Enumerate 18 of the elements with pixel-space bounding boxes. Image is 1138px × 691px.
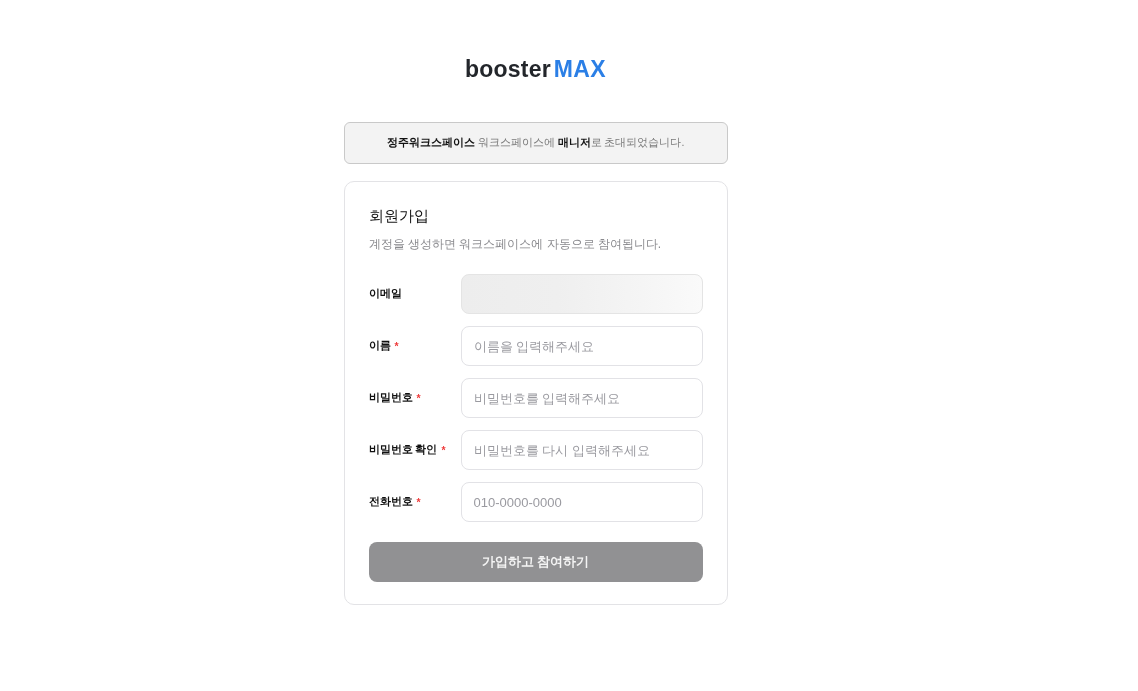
invite-message: 정주워크스페이스 워크스페이스에 매니저로 초대되었습니다.: [386, 136, 685, 150]
logo-accent: MAX: [553, 55, 606, 83]
input-field[interactable]: 010-0000-0000: [460, 482, 703, 522]
logo-wordmark: booster: [465, 55, 551, 83]
field-label: 이메일: [368, 287, 402, 301]
form-title: 회원가입: [368, 207, 430, 226]
form-subtitle: 계정을 생성하면 워크스페이스에 자동으로 참여됩니다.: [368, 236, 663, 253]
field-label: 이름: [368, 339, 391, 353]
input-field[interactable]: 이름을 입력해주세요: [460, 326, 703, 366]
field-label: 비밀번호: [368, 391, 413, 405]
field-label: 비밀번호 확인: [368, 443, 438, 457]
required-mark: *: [394, 340, 399, 352]
field-label: 전화번호: [368, 495, 413, 509]
required-mark: *: [441, 444, 446, 456]
input-field[interactable]: 비밀번호를 입력해주세요: [460, 378, 703, 418]
required-mark: *: [416, 496, 421, 508]
input-field[interactable]: 비밀번호를 다시 입력해주세요: [460, 430, 703, 470]
required-mark: *: [416, 392, 421, 404]
